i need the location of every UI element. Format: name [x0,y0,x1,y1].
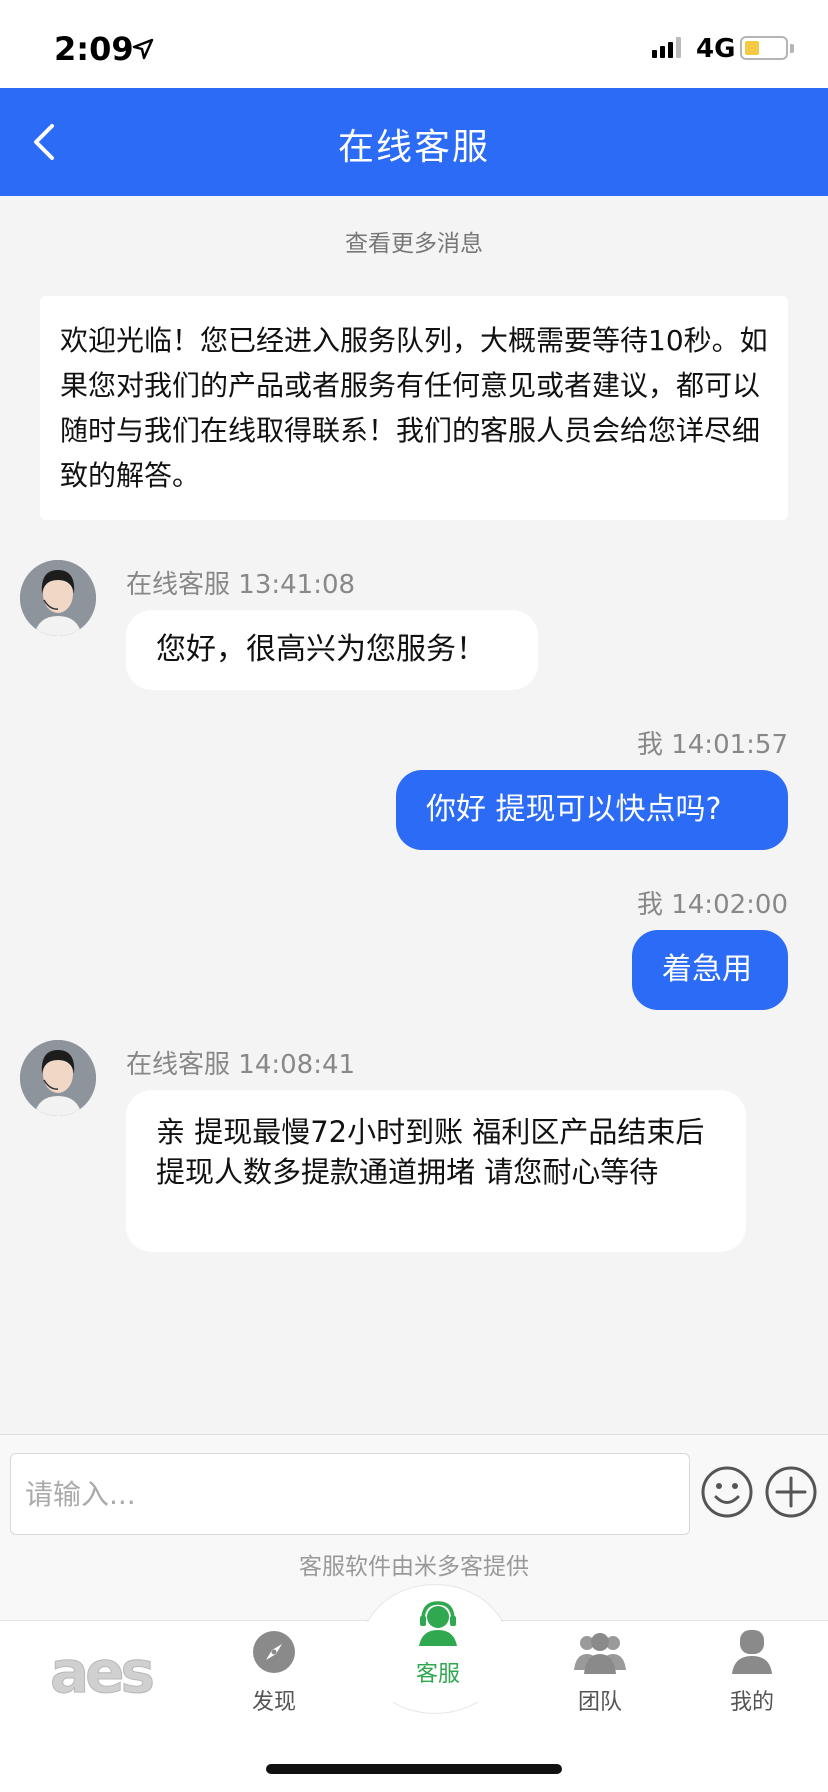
team-icon [574,1633,626,1674]
tab-label: 发现 [251,1690,296,1715]
user-message-bubble: 着急用 [632,930,788,1010]
tab-label: 我的 [729,1690,774,1715]
view-more-messages-link[interactable]: 查看更多消息 [0,224,828,258]
welcome-message-card: 欢迎光临！您已经进入服务队列，大概需要等待10秒。如果您对我们的产品或者服务有任… [40,296,788,520]
profile-icon [732,1630,772,1674]
tab-team[interactable]: 团队 [540,1630,660,1716]
emoji-icon[interactable] [700,1465,754,1519]
location-arrow-icon [132,38,154,60]
status-bar: 2:09 4G [0,0,828,88]
tab-discover[interactable]: 发现 [214,1630,334,1716]
network-type: 4G [696,34,736,64]
app-logo: aes [50,1638,156,1707]
message-meta: 在线客服 13:41:08 [126,564,355,601]
message-sender: 在线客服 [126,570,231,600]
message-input[interactable] [10,1453,690,1535]
agent-message-bubble: 亲 提现最慢72小时到账 福利区产品结束后提现人数多提款通道拥堵 请您耐心等待 [126,1090,746,1252]
signal-icon [652,37,681,58]
message-time: 13:41:08 [238,570,356,600]
message-time: 14:02:00 [671,890,788,920]
message-sender: 我 [636,890,663,920]
tab-mine[interactable]: 我的 [692,1630,812,1716]
headset-agent-icon [419,1601,457,1646]
page-title: 在线客服 [337,127,490,168]
message-time: 14:08:41 [238,1050,356,1080]
message-meta: 在线客服 14:08:41 [126,1044,355,1081]
battery-tip [790,44,794,53]
powered-by-text: 客服软件由米多客提供 [299,1554,529,1580]
agent-avatar [20,560,96,636]
tab-customer-service[interactable]: 客服 [378,1598,498,1688]
message-time: 14:01:57 [671,730,788,760]
tab-label: 客服 [415,1662,460,1687]
message-sender: 我 [636,730,663,760]
status-time: 2:09 [54,30,134,68]
plus-icon[interactable] [764,1465,818,1519]
message-meta: 我 14:02:00 [637,884,788,921]
battery-icon [740,36,788,60]
agent-avatar [20,1040,96,1116]
compass-icon [253,1631,295,1673]
message-sender: 在线客服 [126,1050,231,1080]
message-meta: 我 14:01:57 [637,724,788,761]
home-indicator [266,1764,562,1774]
agent-message-bubble: 您好，很高兴为您服务！ [126,610,538,690]
tab-label: 团队 [577,1690,622,1715]
user-message-bubble: 你好 提现可以快点吗? [396,770,788,850]
nav-bar: 在线客服 [0,88,828,196]
